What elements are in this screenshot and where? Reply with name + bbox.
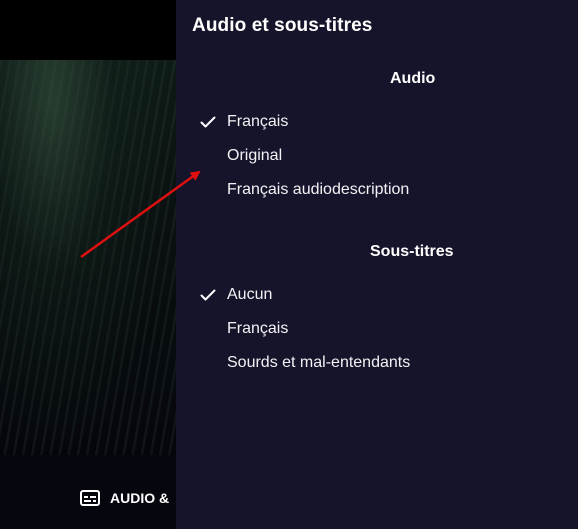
player-screen: AUDIO & Audio et sous-titres Audio Franç… [0,0,578,529]
option-label: Original [227,147,283,164]
video-top-bar [0,0,176,60]
subtitles-icon [80,490,100,506]
option-label: Français [227,320,289,337]
audio-section-title: Audio [390,70,436,87]
subtitle-option-francais[interactable]: Français [200,316,288,342]
option-label: Français audiodescription [227,181,410,198]
checkmark-icon [200,116,227,128]
audio-subtitles-panel: Audio et sous-titres Audio Français Orig… [176,0,578,529]
subtitles-section-title: Sous-titres [370,243,454,260]
subtitle-option-aucun[interactable]: Aucun [200,282,272,308]
audio-subtitles-button-label: AUDIO & [110,490,170,506]
audio-subtitles-button[interactable]: AUDIO & [80,490,169,506]
panel-title: Audio et sous-titres [192,15,373,36]
audio-option-francais-audiodescription[interactable]: Français audiodescription [200,177,409,203]
subtitle-option-sourds-et-mal-entendants[interactable]: Sourds et mal-entendants [200,350,410,376]
video-frame[interactable] [0,60,176,455]
option-label: Français [227,113,289,130]
audio-option-original[interactable]: Original [200,143,282,169]
option-label: Sourds et mal-entendants [227,354,411,371]
option-label: Aucun [227,286,273,303]
checkmark-icon [200,289,227,301]
audio-option-francais[interactable]: Français [200,109,288,135]
